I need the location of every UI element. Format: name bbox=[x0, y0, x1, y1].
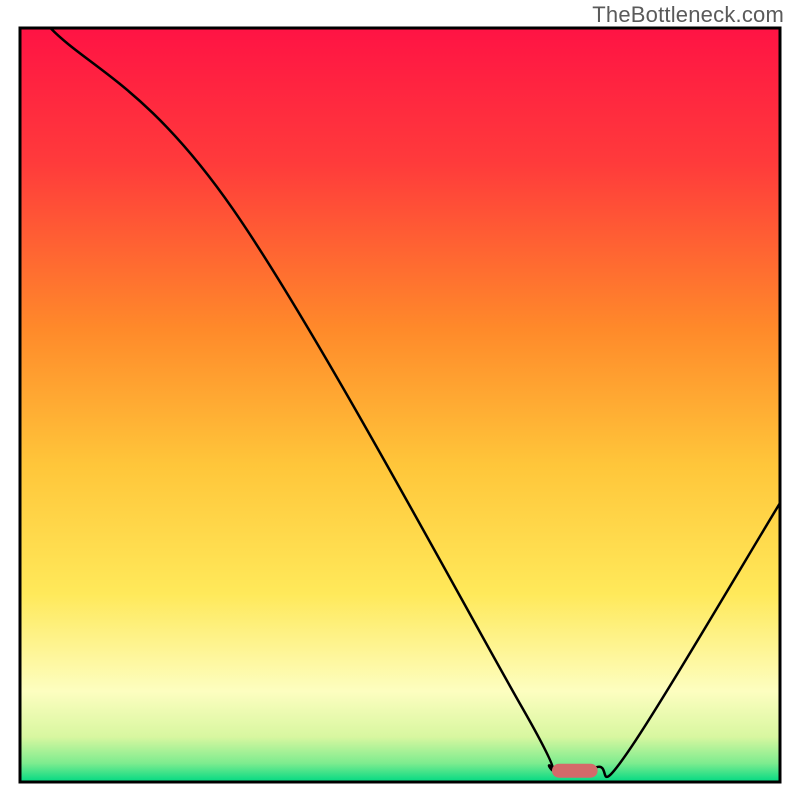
optimal-marker bbox=[552, 764, 598, 778]
chart-background bbox=[20, 28, 780, 782]
bottleneck-chart bbox=[0, 0, 800, 800]
